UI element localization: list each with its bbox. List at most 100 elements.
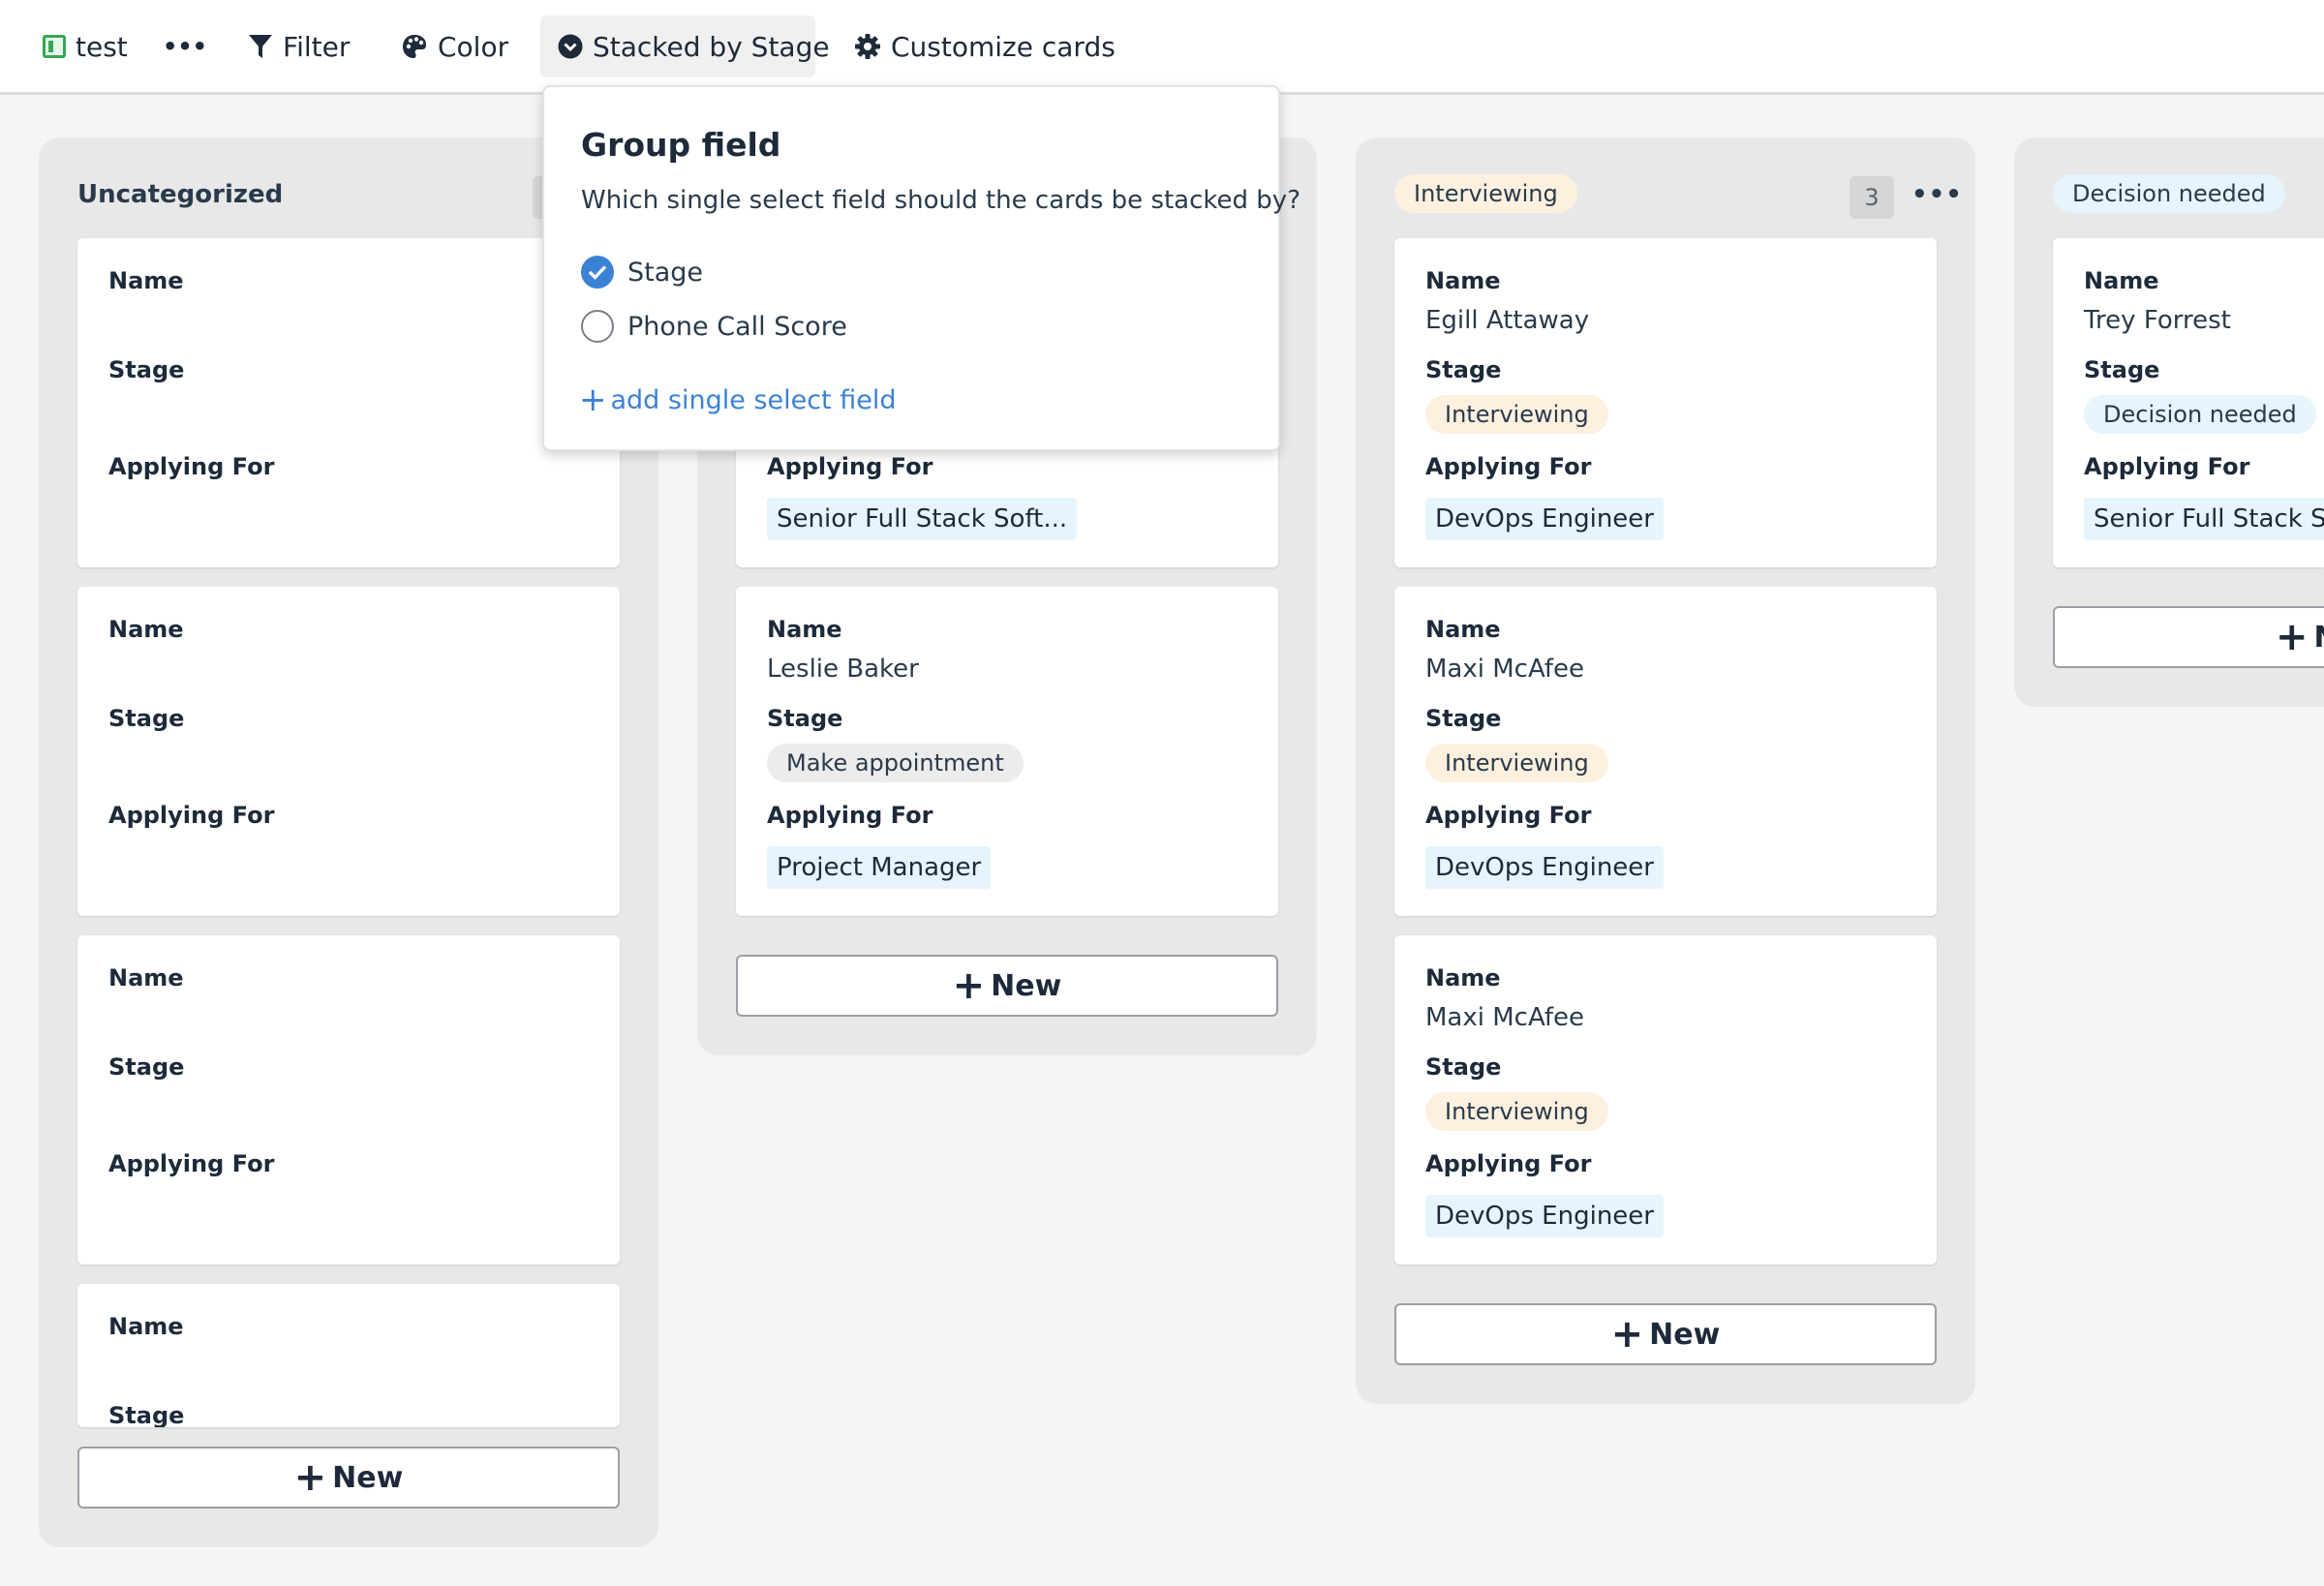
field-label-name: Name bbox=[1425, 964, 1501, 991]
column-decision-needed: Decision needed Name Trey Forrest Stage … bbox=[2014, 137, 2324, 707]
column-title: Decision needed bbox=[2053, 174, 2285, 213]
color-label: Color bbox=[438, 30, 509, 63]
field-label-name: Name bbox=[2084, 267, 2159, 294]
field-label-stage: Stage bbox=[108, 705, 185, 732]
plus-icon: + bbox=[1610, 1312, 1644, 1357]
plus-icon: + bbox=[952, 963, 986, 1008]
stage-badge: Interviewing bbox=[1425, 1092, 1608, 1131]
column-title: Interviewing bbox=[1394, 174, 1577, 213]
popover-title: Group field bbox=[581, 126, 781, 164]
card[interactable]: Name Stage Applying For bbox=[77, 238, 620, 567]
field-label-applying-for: Applying For bbox=[1425, 802, 1592, 829]
field-label-applying-for: Applying For bbox=[108, 802, 275, 829]
new-label: New bbox=[2314, 621, 2324, 655]
column-menu-button[interactable]: ••• bbox=[1911, 180, 1963, 209]
field-label-name: Name bbox=[108, 1313, 184, 1340]
group-option-phone-call-score[interactable]: Phone Call Score bbox=[581, 310, 847, 343]
field-label-name: Name bbox=[108, 267, 184, 294]
group-field-popover: Group field Which single select field sh… bbox=[542, 85, 1300, 451]
new-card-button[interactable]: + New bbox=[1394, 1303, 1937, 1365]
field-value-name: Maxi McAfee bbox=[1425, 655, 1584, 684]
field-value-name: Maxi McAfee bbox=[1425, 1003, 1584, 1032]
field-label-stage: Stage bbox=[1425, 705, 1502, 732]
applying-for-tag: DevOps Engineer bbox=[1425, 498, 1664, 540]
card[interactable]: Name Stage Applying For bbox=[77, 587, 620, 916]
column-count: 3 bbox=[1850, 176, 1894, 219]
plus-icon: + bbox=[2276, 615, 2309, 659]
color-button[interactable]: Color bbox=[401, 15, 508, 77]
field-value-name: Egill Attaway bbox=[1425, 306, 1590, 335]
applying-for-tag: DevOps Engineer bbox=[1425, 846, 1664, 889]
new-card-button[interactable]: + New bbox=[77, 1447, 620, 1509]
radio-unchecked-icon bbox=[581, 310, 614, 343]
field-label-applying-for: Applying For bbox=[1425, 453, 1592, 480]
field-label-stage: Stage bbox=[1425, 1053, 1502, 1081]
field-label-applying-for: Applying For bbox=[767, 453, 933, 480]
field-label-applying-for: Applying For bbox=[108, 1150, 275, 1177]
field-label-applying-for: Applying For bbox=[108, 453, 275, 480]
view-name: test bbox=[76, 30, 128, 63]
card[interactable]: Name Egill Attaway Stage Interviewing Ap… bbox=[1394, 238, 1937, 567]
field-label-applying-for: Applying For bbox=[1425, 1150, 1592, 1177]
card[interactable]: Name Maxi McAfee Stage Interviewing Appl… bbox=[1394, 587, 1937, 916]
field-label-stage: Stage bbox=[1425, 356, 1502, 383]
plus-icon: + bbox=[579, 381, 607, 419]
plus-icon: + bbox=[293, 1455, 327, 1500]
stage-badge: Interviewing bbox=[1425, 744, 1608, 782]
new-label: New bbox=[332, 1460, 404, 1495]
view-toolbar: test ••• Filter Color Stacked by Stage C… bbox=[0, 0, 2324, 95]
field-label-stage: Stage bbox=[108, 1053, 185, 1081]
field-label-name: Name bbox=[767, 616, 842, 643]
field-label-stage: Stage bbox=[2084, 356, 2160, 383]
card[interactable]: Name Stage Applying For bbox=[77, 935, 620, 1265]
customize-cards-label: Customize cards bbox=[891, 30, 1116, 63]
field-label-stage: Stage bbox=[108, 356, 185, 383]
add-field-label: add single select field bbox=[610, 384, 897, 415]
filter-icon bbox=[248, 33, 273, 60]
field-label-stage: Stage bbox=[767, 705, 843, 732]
stage-badge: Decision needed bbox=[2084, 395, 2316, 434]
card[interactable]: Name Leslie Baker Stage Make appointment… bbox=[736, 587, 1278, 916]
more-icon: ••• bbox=[163, 33, 208, 60]
card[interactable]: Name Trey Forrest Stage Decision needed … bbox=[2053, 238, 2324, 567]
new-label: New bbox=[991, 968, 1062, 1003]
field-value-name: Leslie Baker bbox=[767, 655, 919, 684]
view-more-button[interactable]: ••• bbox=[163, 15, 207, 77]
applying-for-tag: Project Manager bbox=[767, 846, 992, 889]
option-label: Stage bbox=[627, 257, 704, 288]
chevron-circle-down-icon bbox=[558, 34, 583, 59]
field-label-applying-for: Applying For bbox=[767, 802, 933, 829]
applying-for-tag: DevOps Engineer bbox=[1425, 1195, 1664, 1237]
kanban-view-icon bbox=[43, 35, 66, 58]
gear-icon bbox=[854, 33, 881, 60]
filter-label: Filter bbox=[283, 30, 351, 63]
popover-description: Which single select field should the car… bbox=[581, 186, 1300, 215]
new-card-button[interactable]: + New bbox=[2053, 606, 2324, 668]
new-card-button[interactable]: + New bbox=[736, 955, 1278, 1017]
card[interactable]: Name Stage bbox=[77, 1284, 620, 1427]
field-label-name: Name bbox=[108, 616, 184, 643]
field-label-name: Name bbox=[108, 964, 184, 991]
customize-cards-button[interactable]: Customize cards bbox=[854, 15, 1116, 77]
radio-checked-icon bbox=[581, 256, 614, 289]
field-label-stage: Stage bbox=[108, 1402, 185, 1427]
column-interviewing: Interviewing 3 ••• Name Egill Attaway St… bbox=[1356, 137, 1975, 1404]
new-label: New bbox=[1649, 1317, 1721, 1352]
group-option-stage[interactable]: Stage bbox=[581, 256, 703, 289]
stage-badge: Make appointment bbox=[767, 744, 1024, 782]
stage-badge: Interviewing bbox=[1425, 395, 1608, 434]
option-label: Phone Call Score bbox=[627, 311, 847, 342]
field-label-name: Name bbox=[1425, 267, 1501, 294]
applying-for-tag: Senior Full Stack Soft... bbox=[767, 498, 1078, 540]
stacked-by-label: Stacked by Stage bbox=[593, 30, 830, 63]
view-selector[interactable]: test bbox=[43, 15, 128, 77]
add-single-select-field-link[interactable]: + add single select field bbox=[579, 383, 896, 416]
card[interactable]: Name Maxi McAfee Stage Interviewing Appl… bbox=[1394, 935, 1937, 1265]
applying-for-tag: Senior Full Stack Software Engineer bbox=[2084, 498, 2324, 540]
field-label-name: Name bbox=[1425, 616, 1501, 643]
stacked-by-button[interactable]: Stacked by Stage bbox=[540, 15, 830, 77]
filter-button[interactable]: Filter bbox=[248, 15, 350, 77]
column-title: Uncategorized bbox=[77, 180, 284, 209]
field-value-name: Trey Forrest bbox=[2084, 306, 2231, 335]
palette-icon bbox=[401, 33, 428, 60]
